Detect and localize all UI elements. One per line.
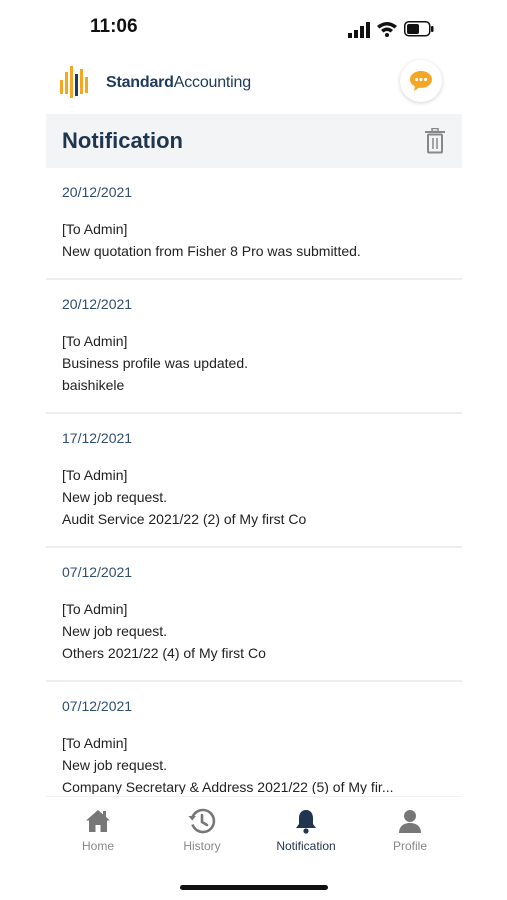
bottom-tab-bar: Home History Notification Profile — [46, 796, 462, 863]
page-title: Notification — [62, 128, 183, 153]
notification-line: [To Admin] — [62, 221, 128, 237]
tab-label: Notification — [276, 839, 336, 853]
notification-list[interactable]: 20/12/2021 [To Admin] New quotation from… — [46, 168, 462, 794]
tab-profile[interactable]: Profile — [358, 805, 462, 861]
battery-icon — [404, 21, 434, 37]
notification-line: baishikele — [62, 377, 125, 393]
tab-label: Profile — [392, 839, 427, 853]
notification-line: [To Admin] — [62, 333, 128, 349]
history-icon — [188, 808, 216, 834]
notification-date: 20/12/2021 — [62, 296, 133, 312]
chat-icon — [410, 71, 432, 91]
brand-regular: Accounting — [173, 74, 251, 91]
notification-date: 17/12/2021 — [62, 430, 133, 446]
status-time: 11:06 — [90, 16, 138, 37]
chat-button[interactable] — [400, 60, 442, 102]
brand-bold: Standard — [106, 74, 174, 91]
app-header: StandardAccounting — [46, 56, 462, 114]
logo-icon — [60, 66, 88, 98]
notification-line: New quotation from Fisher 8 Pro was subm… — [62, 243, 361, 259]
notification-line: [To Admin] — [62, 601, 128, 617]
status-bar: 11:06 — [0, 0, 507, 56]
notification-line: [To Admin] — [62, 735, 128, 751]
tab-notification[interactable]: Notification — [254, 805, 358, 861]
tab-home[interactable]: Home — [46, 805, 150, 861]
home-icon — [86, 810, 110, 832]
notification-item[interactable]: 20/12/2021 [To Admin] Business profile w… — [46, 280, 462, 414]
title-bar: Notification — [46, 114, 462, 168]
bell-icon — [296, 810, 316, 834]
notification-line: New job request. — [62, 489, 168, 505]
notification-line: Audit Service 2021/22 (2) of My first Co — [62, 511, 307, 527]
notification-item[interactable]: 07/12/2021 [To Admin] New job request. C… — [46, 682, 462, 794]
notification-line: New job request. — [62, 623, 168, 639]
notification-line: [To Admin] — [62, 467, 128, 483]
person-icon — [399, 810, 421, 833]
tab-label: Home — [81, 839, 114, 853]
notification-date: 07/12/2021 — [62, 564, 133, 580]
cellular-signal-icon — [348, 22, 370, 38]
notification-item[interactable]: 20/12/2021 [To Admin] New quotation from… — [46, 168, 462, 280]
tab-label: History — [183, 839, 221, 853]
wifi-icon — [377, 22, 397, 37]
trash-icon[interactable] — [424, 128, 446, 154]
notification-line: Company Secretary & Address 2021/22 (5) … — [62, 779, 394, 794]
notification-item[interactable]: 17/12/2021 [To Admin] New job request. A… — [46, 414, 462, 548]
notification-line: New job request. — [62, 757, 168, 773]
notification-item[interactable]: 07/12/2021 [To Admin] New job request. O… — [46, 548, 462, 682]
status-icons — [346, 18, 436, 40]
notification-line: Business profile was updated. — [62, 355, 248, 371]
notification-line: Others 2021/22 (4) of My first Co — [62, 645, 266, 661]
brand-name: StandardAccounting — [106, 74, 251, 92]
home-indicator — [180, 885, 328, 890]
tab-history[interactable]: History — [150, 805, 254, 861]
notification-date: 07/12/2021 — [62, 698, 133, 714]
notification-date: 20/12/2021 — [62, 184, 133, 200]
